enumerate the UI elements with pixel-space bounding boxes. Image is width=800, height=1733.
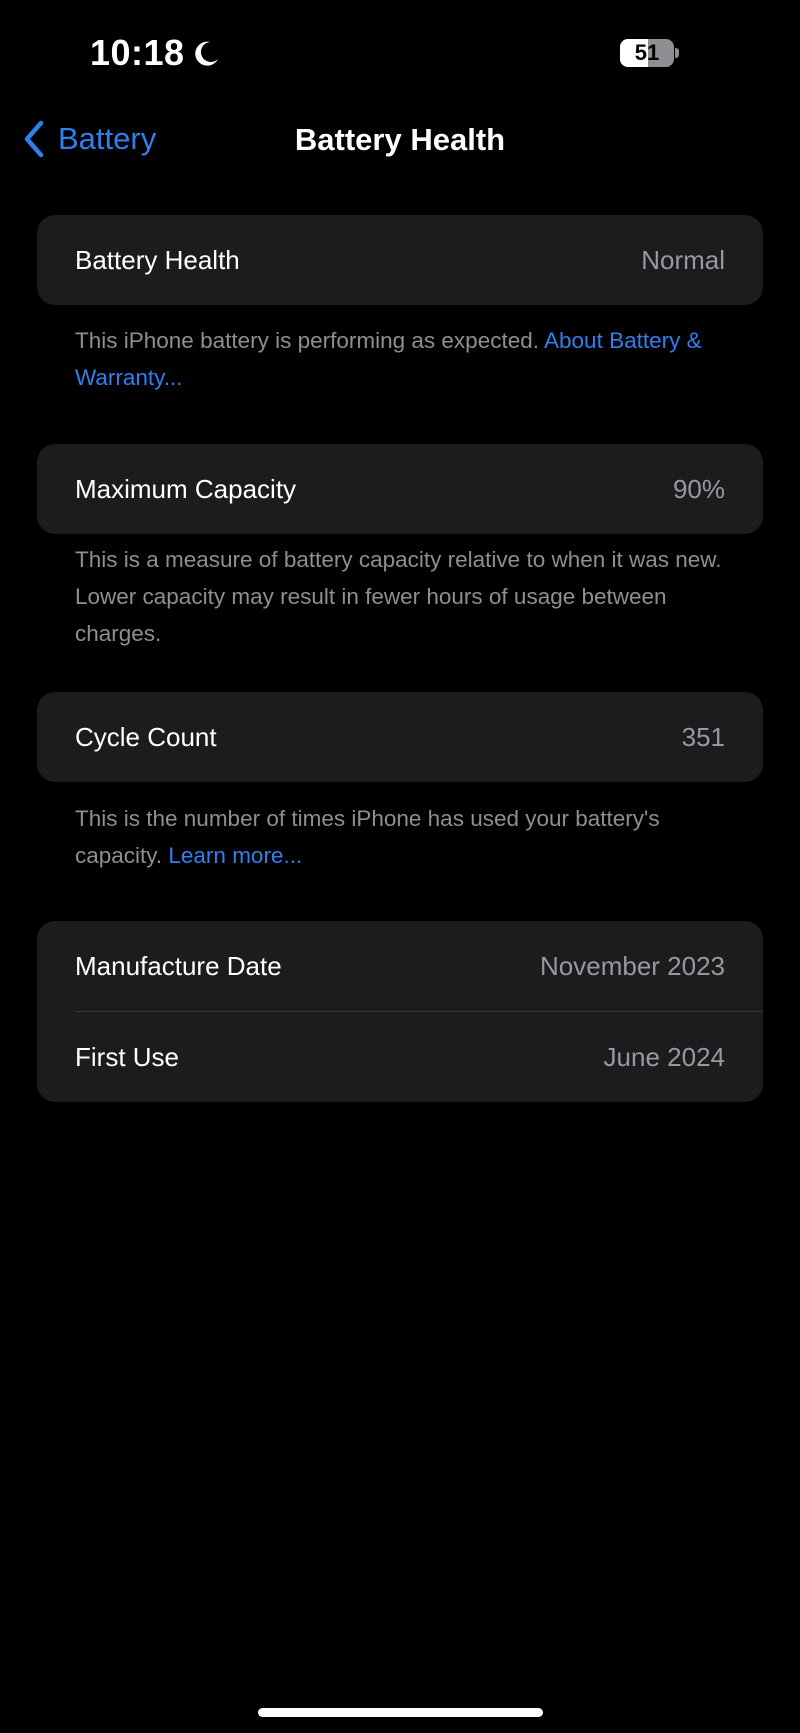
cycle-count-label: Cycle Count	[75, 721, 217, 752]
maximum-capacity-card: Maximum Capacity 90%	[37, 444, 763, 534]
cycle-count-row: Cycle Count 351	[37, 692, 763, 782]
first-use-label: First Use	[75, 1041, 179, 1072]
battery-dates-card: Manufacture Date November 2023 First Use…	[37, 921, 763, 1102]
maximum-capacity-footnote: This is a measure of battery capacity re…	[75, 541, 735, 652]
moon-icon	[194, 41, 218, 66]
cycle-count-card: Cycle Count 351	[37, 692, 763, 782]
battery-health-footnote-text: This iPhone battery is performing as exp…	[75, 328, 539, 353]
cycle-count-footnote: This is the number of times iPhone has u…	[75, 800, 735, 874]
battery-health-card: Battery Health Normal	[37, 215, 763, 305]
maximum-capacity-footnote-text: This is a measure of battery capacity re…	[75, 547, 722, 646]
maximum-capacity-value: 90%	[672, 473, 725, 504]
first-use-row: First Use June 2024	[37, 1012, 763, 1102]
maximum-capacity-label: Maximum Capacity	[75, 473, 297, 504]
manufacture-date-row: Manufacture Date November 2023	[37, 921, 763, 1011]
manufacture-date-value: November 2023	[540, 950, 725, 981]
battery-health-value: Normal	[641, 244, 725, 275]
learn-more-link[interactable]: Learn more...	[168, 843, 302, 868]
battery-health-label: Battery Health	[75, 244, 240, 275]
cycle-count-value: 351	[681, 721, 725, 752]
status-time: 10:18	[90, 32, 185, 73]
battery-health-footnote: This iPhone battery is performing as exp…	[75, 322, 735, 396]
manufacture-date-label: Manufacture Date	[75, 950, 282, 981]
maximum-capacity-row: Maximum Capacity 90%	[37, 444, 763, 534]
page-title: Battery Health	[294, 122, 506, 157]
battery-status-icon: 51	[620, 39, 674, 67]
status-time-group: 10:18	[90, 32, 221, 74]
cycle-count-footnote-text: This is the number of times iPhone has u…	[75, 806, 660, 868]
nav-bar: Battery Battery Health	[0, 105, 800, 175]
first-use-value: June 2024	[603, 1041, 725, 1072]
home-indicator[interactable]	[258, 1708, 543, 1717]
battery-health-row: Battery Health Normal	[37, 215, 763, 305]
battery-nub	[675, 48, 679, 58]
status-bar: 10:18 51	[0, 0, 800, 100]
battery-level-text: 51	[634, 40, 660, 65]
